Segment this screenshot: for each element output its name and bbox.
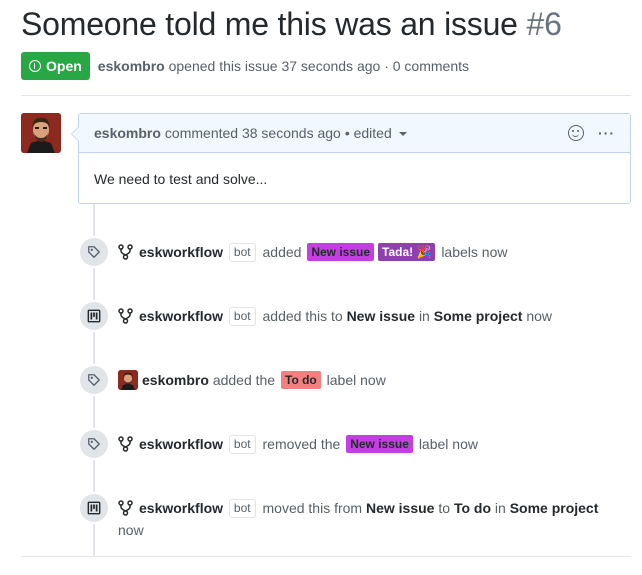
issue-meta-text: eskombro opened this issue 37 seconds ag…: [98, 58, 469, 74]
avatar-image-icon: [21, 113, 61, 153]
event-connector: in: [494, 500, 506, 516]
event-suffix: now: [526, 308, 553, 324]
timeline-divider: [21, 556, 631, 557]
event-actor-link[interactable]: eskworkflow: [139, 436, 223, 452]
event-actor-link[interactable]: eskombro: [142, 372, 209, 388]
tag-icon: [78, 236, 110, 268]
event-action: added the: [212, 372, 276, 388]
issue-author-link[interactable]: eskombro: [98, 58, 165, 74]
event-action: moved this from: [262, 500, 363, 516]
label-to-do[interactable]: To do: [281, 371, 321, 389]
bot-badge: bot: [228, 499, 256, 518]
bot-badge: bot: [228, 435, 256, 454]
event-action: removed the: [262, 436, 341, 452]
tag-icon: [78, 364, 110, 396]
add-reaction-icon[interactable]: [568, 125, 584, 141]
event-text: eskworkflow bot added this to New issue …: [118, 306, 552, 326]
issue-title: Someone told me this was an issue #6: [21, 6, 562, 43]
edited-label: • edited: [344, 125, 392, 141]
comment-author-link[interactable]: eskombro: [94, 125, 161, 141]
workflow-icon: [118, 308, 133, 324]
event-text: eskombro added the To do label now: [118, 370, 386, 390]
issue-title-text: Someone told me this was an issue: [21, 6, 518, 42]
comment-header: eskombro commented 38 seconds ago • edit…: [79, 114, 630, 153]
workflow-icon: [118, 436, 133, 452]
event-action: added this to: [262, 308, 343, 324]
project-icon: [78, 300, 110, 332]
issue-meta: Open eskombro opened this issue 37 secon…: [21, 52, 469, 80]
workflow-icon: [118, 244, 133, 260]
event-connector: to: [438, 500, 451, 516]
label-tada[interactable]: Tada! 🎉: [378, 243, 436, 261]
project-column-link[interactable]: New issue: [347, 308, 415, 324]
event-suffix: label now: [418, 436, 478, 452]
project-icon: [78, 492, 110, 524]
avatar[interactable]: [118, 370, 138, 390]
comment-actions: ···: [568, 125, 615, 141]
issue-number: #6: [526, 6, 562, 42]
comment-box: eskombro commented 38 seconds ago • edit…: [71, 113, 631, 204]
tag-icon: [78, 428, 110, 460]
avatar[interactable]: [21, 113, 61, 153]
event-actor-link[interactable]: eskworkflow: [139, 500, 223, 516]
comment-body: We need to test and solve...: [94, 171, 268, 187]
chevron-down-icon: [398, 132, 407, 137]
issue-opened-icon: [29, 60, 41, 72]
issue-meta-detail: opened this issue 37 seconds ago · 0 com…: [168, 58, 469, 74]
event-suffix: labels now: [441, 244, 508, 260]
label-new-issue[interactable]: New issue: [307, 243, 375, 261]
project-column-from-link[interactable]: New issue: [366, 500, 434, 516]
header-divider: [21, 95, 631, 96]
bot-badge: bot: [228, 307, 256, 326]
event-connector: in: [418, 308, 430, 324]
event-actor-link[interactable]: eskworkflow: [139, 308, 223, 324]
event-text: eskworkflow bot removed the New issue la…: [118, 434, 478, 454]
bot-badge: bot: [228, 243, 256, 262]
more-options-icon[interactable]: ···: [598, 125, 615, 141]
project-column-to-link[interactable]: To do: [454, 500, 491, 516]
status-badge: Open: [21, 52, 90, 80]
comment-timestamp[interactable]: commented 38 seconds ago: [165, 125, 341, 141]
event-actor-link[interactable]: eskworkflow: [139, 244, 223, 260]
event-suffix: now: [118, 522, 144, 538]
event-suffix: label now: [326, 372, 386, 388]
project-link[interactable]: Some project: [434, 308, 523, 324]
edited-dropdown[interactable]: • edited: [345, 125, 407, 141]
label-new-issue[interactable]: New issue: [346, 435, 413, 453]
status-label: Open: [46, 58, 82, 74]
event-text: eskworkflow bot moved this from New issu…: [118, 498, 598, 518]
event-text: eskworkflow bot added New issue Tada! 🎉 l…: [118, 242, 507, 262]
event-action: added: [262, 244, 302, 260]
project-link[interactable]: Some project: [510, 500, 599, 516]
workflow-icon: [118, 500, 133, 516]
